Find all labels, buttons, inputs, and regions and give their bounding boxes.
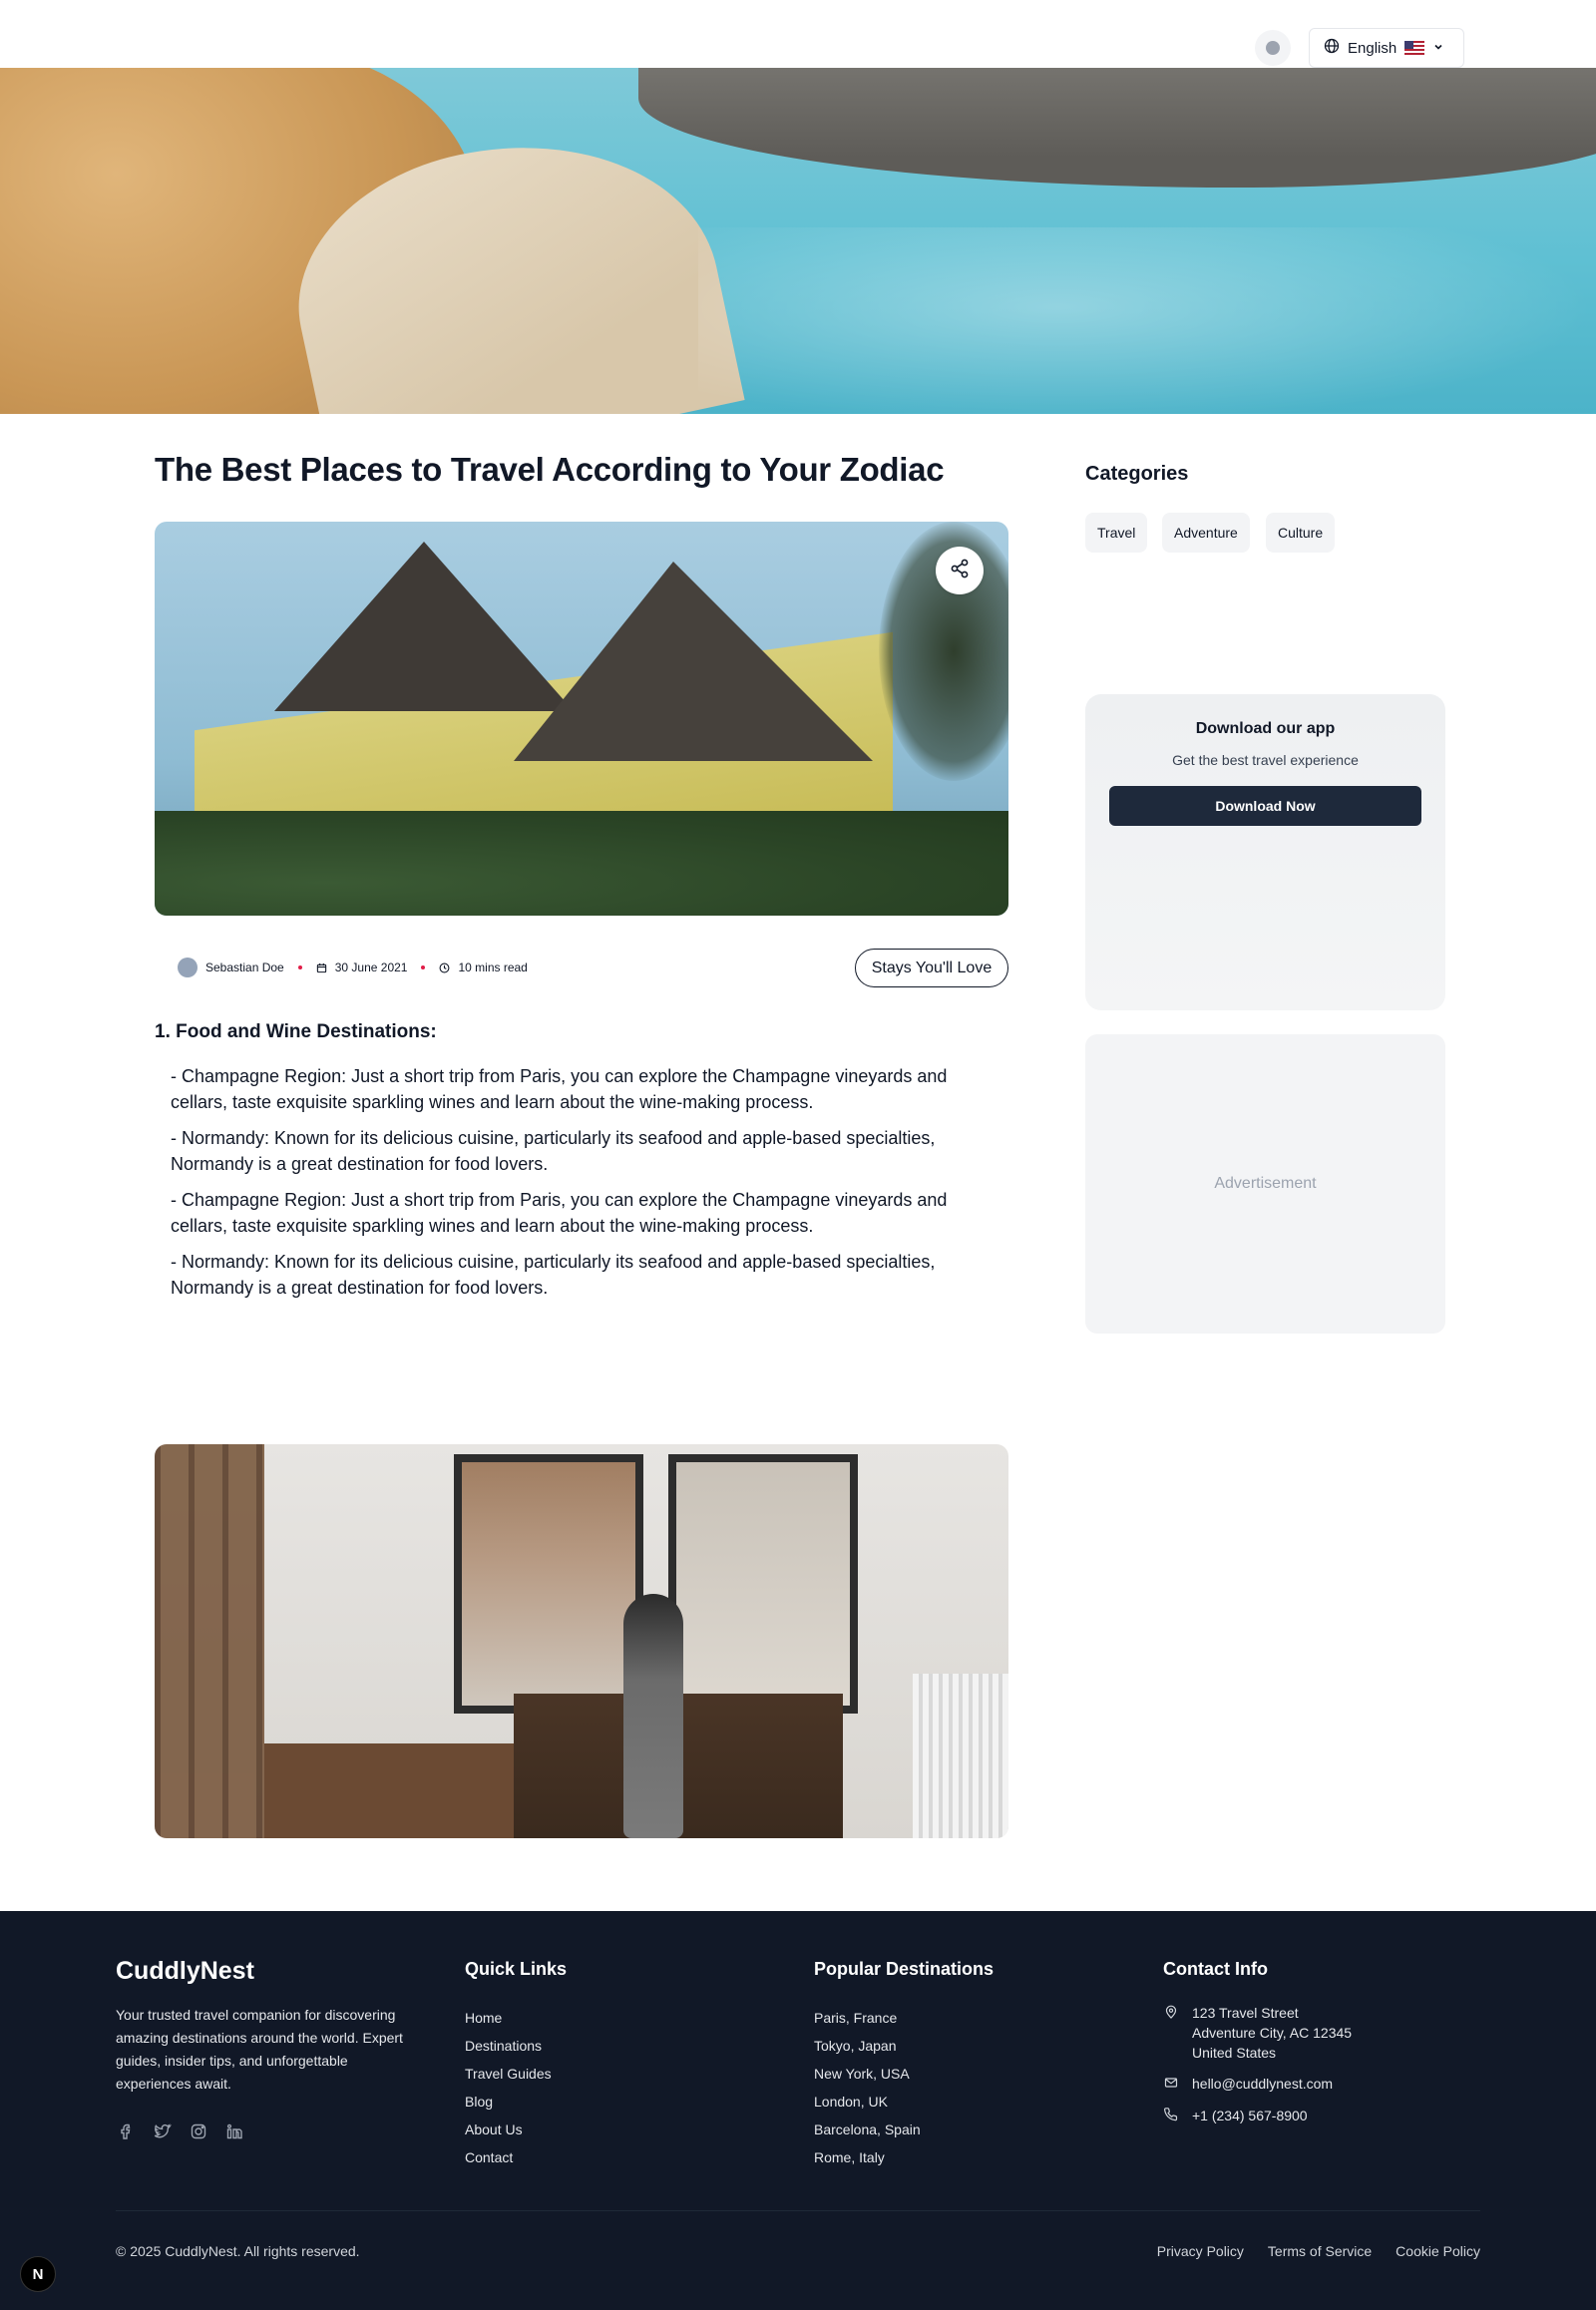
share-icon	[949, 558, 971, 584]
destination-link[interactable]: New York, USA	[814, 2060, 921, 2088]
contact-phone: +1 (234) 567-8900	[1163, 2106, 1308, 2125]
contact-info-heading: Contact Info	[1163, 1959, 1268, 1979]
category-chip-culture[interactable]: Culture	[1266, 513, 1336, 553]
category-chip-adventure[interactable]: Adventure	[1162, 513, 1250, 553]
destination-link[interactable]: Rome, Italy	[814, 2143, 921, 2171]
hero-image	[0, 68, 1596, 414]
footer-description: Your trusted travel companion for discov…	[116, 2007, 403, 2092]
mail-icon	[1163, 2074, 1179, 2094]
instagram-icon[interactable]	[188, 2120, 209, 2142]
phone-link[interactable]: +1 (234) 567-8900	[1192, 2106, 1308, 2125]
read-time: 10 mins read	[458, 961, 528, 974]
facebook-icon[interactable]	[116, 2120, 138, 2142]
language-selector[interactable]: English	[1309, 28, 1464, 68]
destination-link[interactable]: Barcelona, Spain	[814, 2116, 921, 2143]
footer-link-contact[interactable]: Contact	[465, 2143, 552, 2171]
quick-links-list: Home Destinations Travel Guides Blog Abo…	[465, 2004, 552, 2171]
article-image-house	[155, 522, 1008, 916]
email-link[interactable]: hello@cuddlynest.com	[1192, 2074, 1333, 2094]
share-button[interactable]	[936, 547, 984, 594]
meta-separator	[297, 965, 302, 969]
article-paragraph: - Champagne Region: Just a short trip fr…	[171, 1190, 948, 1236]
advertisement-label: Advertisement	[1214, 1175, 1317, 1192]
publish-date: 30 June 2021	[334, 961, 408, 974]
download-app-card: Download our app Get the best travel exp…	[1085, 694, 1445, 1010]
popular-destinations-list: Paris, France Tokyo, Japan New York, USA…	[814, 2004, 921, 2171]
cookie-policy-link[interactable]: Cookie Policy	[1396, 2243, 1480, 2259]
footer-link-destinations[interactable]: Destinations	[465, 2032, 552, 2060]
advertisement-slot[interactable]: Advertisement	[1085, 1034, 1445, 1334]
top-navigation: English	[0, 0, 1596, 68]
quick-links-heading: Quick Links	[465, 1959, 568, 1979]
address-line: 123 Travel Street	[1192, 2005, 1299, 2021]
categories-heading: Categories	[1085, 463, 1189, 485]
footer-link-home[interactable]: Home	[465, 2004, 552, 2032]
article-paragraph: - Normandy: Known for its delicious cuis…	[171, 1252, 936, 1298]
map-pin-icon	[1163, 2003, 1179, 2063]
calendar-icon	[316, 962, 327, 973]
article-paragraph: - Champagne Region: Just a short trip fr…	[171, 1066, 948, 1112]
app-card-heading: Download our app	[1195, 720, 1336, 737]
article-image-interior	[155, 1444, 1008, 1838]
privacy-policy-link[interactable]: Privacy Policy	[1157, 2243, 1244, 2259]
footer-divider	[116, 2210, 1480, 2211]
legal-links: Privacy Policy Terms of Service Cookie P…	[1157, 2243, 1480, 2259]
article-meta: Sebastian Doe 30 June 2021 10 mins read	[178, 956, 528, 979]
phone-icon	[1163, 2106, 1179, 2125]
footer-link-travel-guides[interactable]: Travel Guides	[465, 2060, 552, 2088]
article-paragraph: - Normandy: Known for its delicious cuis…	[171, 1128, 936, 1174]
clock-icon	[439, 962, 450, 973]
download-now-button[interactable]: Download Now	[1109, 786, 1421, 826]
app-card-subtitle: Get the best travel experience	[1172, 752, 1359, 768]
popular-destinations-heading: Popular Destinations	[814, 1959, 995, 1979]
footer-brand[interactable]: CuddlyNest	[116, 1957, 254, 1986]
destination-link[interactable]: Tokyo, Japan	[814, 2032, 921, 2060]
language-label: English	[1348, 39, 1397, 57]
site-footer: CuddlyNest Your trusted travel companion…	[0, 1911, 1596, 2310]
section-heading: 1. Food and Wine Destinations:	[155, 1021, 437, 1042]
destination-link[interactable]: Paris, France	[814, 2004, 921, 2032]
stays-youll-love-button[interactable]: Stays You'll Love	[855, 949, 1008, 987]
dev-tools-badge[interactable]: N	[20, 2256, 56, 2292]
address-line: United States	[1192, 2045, 1277, 2061]
address-line: Adventure City, AC 12345	[1192, 2025, 1353, 2041]
contact-email: hello@cuddlynest.com	[1163, 2074, 1333, 2094]
footer-link-blog[interactable]: Blog	[465, 2088, 552, 2116]
author-avatar	[178, 958, 198, 977]
destination-link[interactable]: London, UK	[814, 2088, 921, 2116]
article-title: The Best Places to Travel According to Y…	[155, 451, 945, 488]
twitter-icon[interactable]	[152, 2120, 174, 2142]
globe-icon	[1324, 38, 1340, 58]
us-flag-icon	[1404, 41, 1425, 55]
meta-separator	[421, 965, 426, 969]
user-avatar[interactable]	[1255, 30, 1291, 66]
terms-of-service-link[interactable]: Terms of Service	[1268, 2243, 1372, 2259]
social-links	[116, 2120, 245, 2142]
author-name[interactable]: Sebastian Doe	[205, 961, 284, 974]
linkedin-icon[interactable]	[223, 2120, 245, 2142]
category-chip-travel[interactable]: Travel	[1085, 513, 1148, 553]
copyright-text: © 2025 CuddlyNest. All rights reserved.	[116, 2243, 360, 2259]
footer-link-about-us[interactable]: About Us	[465, 2116, 552, 2143]
contact-address: 123 Travel Street Adventure City, AC 123…	[1163, 2003, 1352, 2063]
chevron-down-icon	[1432, 40, 1444, 57]
